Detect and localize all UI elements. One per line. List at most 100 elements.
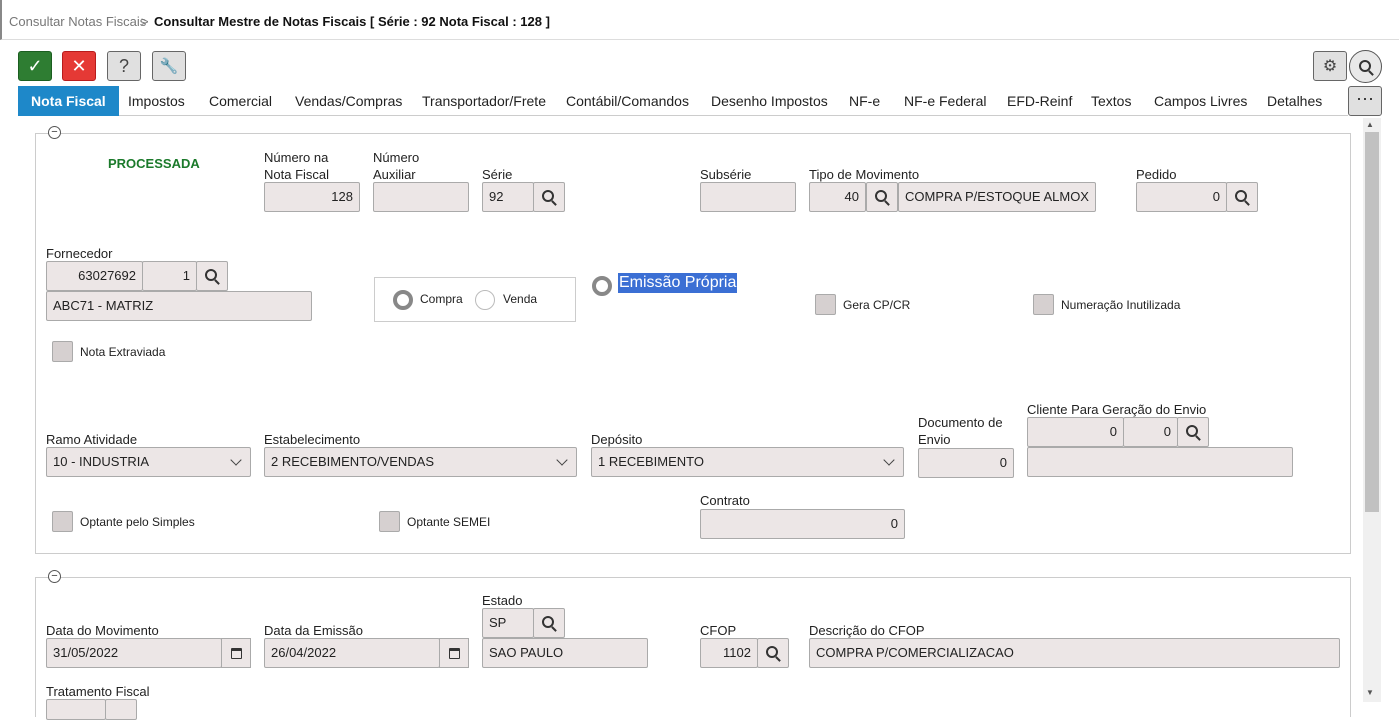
cliente-code-field[interactable]: 0 bbox=[1027, 417, 1124, 447]
compra-label: Compra bbox=[420, 292, 463, 306]
descricao-cfop-field[interactable]: COMPRA P/COMERCIALIZACAO bbox=[809, 638, 1340, 668]
search-icon bbox=[205, 269, 217, 281]
subserie-field[interactable] bbox=[700, 182, 796, 212]
calendar-button[interactable] bbox=[439, 638, 469, 668]
calendar-button[interactable] bbox=[221, 638, 251, 668]
serie-field[interactable]: 92 bbox=[482, 182, 534, 212]
tab-vendas-compras[interactable]: Vendas/Compras bbox=[289, 86, 408, 116]
serie-search-button[interactable] bbox=[533, 182, 565, 212]
tab-contabil-comandos[interactable]: Contábil/Comandos bbox=[560, 86, 695, 116]
breadcrumb-parent[interactable]: Consultar Notas Fiscais bbox=[9, 14, 146, 29]
fornecedor-code-field[interactable]: 63027692 bbox=[46, 261, 143, 291]
pedido-field[interactable]: 0 bbox=[1136, 182, 1227, 212]
nota-extraviada-checkbox[interactable] bbox=[52, 341, 73, 362]
tab-campos-livres[interactable]: Campos Livres bbox=[1148, 86, 1253, 116]
collapse-icon[interactable]: − bbox=[48, 126, 61, 139]
gera-cp-label: Gera CP/CR bbox=[843, 298, 911, 312]
search-icon bbox=[1358, 59, 1371, 72]
estabelecimento-select[interactable]: 2 RECEBIMENTO/VENDAS bbox=[264, 447, 577, 477]
search-icon bbox=[766, 646, 778, 658]
tipo-movimento-desc-field[interactable]: COMPRA P/ESTOQUE ALMOX bbox=[898, 182, 1096, 212]
documento-envio-label-2: Envio bbox=[918, 432, 951, 447]
breadcrumb: Consultar Notas Fiscais > Consultar Mest… bbox=[0, 0, 1399, 40]
fornecedor-nome-field[interactable]: ABC71 - MATRIZ bbox=[46, 291, 312, 321]
status-badge: PROCESSADA bbox=[108, 156, 200, 171]
estado-search-button[interactable] bbox=[533, 608, 565, 638]
optante-simples-checkbox[interactable] bbox=[52, 511, 73, 532]
tratamento-fiscal-search-button[interactable] bbox=[105, 699, 137, 720]
serie-label: Série bbox=[482, 167, 513, 182]
breadcrumb-separator: > bbox=[141, 14, 149, 29]
tab-impostos[interactable]: Impostos bbox=[122, 86, 191, 116]
descricao-cfop-label: Descrição do CFOP bbox=[809, 623, 925, 638]
cliente-nome-field[interactable] bbox=[1027, 447, 1293, 477]
fornecedor-label: Fornecedor bbox=[46, 246, 113, 261]
venda-radio[interactable] bbox=[475, 290, 495, 310]
tab-detalhes[interactable]: Detalhes bbox=[1261, 86, 1328, 116]
cliente-filial-field[interactable]: 0 bbox=[1123, 417, 1178, 447]
ramo-select[interactable]: 10 - INDUSTRIA bbox=[46, 447, 251, 477]
estado-nome-field[interactable]: SAO PAULO bbox=[482, 638, 648, 668]
data-emissao-field[interactable]: 26/04/2022 bbox=[264, 638, 440, 668]
cfop-field[interactable]: 1102 bbox=[700, 638, 758, 668]
nota-extraviada-label: Nota Extraviada bbox=[80, 345, 166, 359]
tab-nota-fiscal[interactable]: Nota Fiscal bbox=[18, 86, 119, 116]
collapse-icon[interactable]: − bbox=[48, 570, 61, 583]
deposito-value: 1 RECEBIMENTO bbox=[598, 454, 704, 469]
cancel-button[interactable]: ✕ bbox=[62, 51, 96, 81]
tools-button[interactable]: 🔧 bbox=[152, 51, 186, 81]
chevron-down-icon bbox=[230, 454, 242, 466]
search-icon bbox=[1235, 190, 1247, 202]
tab-bar: Nota Fiscal Impostos Comercial Vendas/Co… bbox=[18, 86, 1348, 116]
emissao-propria-radio[interactable] bbox=[592, 276, 612, 296]
data-movimento-field[interactable]: 31/05/2022 bbox=[46, 638, 222, 668]
estado-field[interactable]: SP bbox=[482, 608, 534, 638]
cfop-search-button[interactable] bbox=[757, 638, 789, 668]
settings-button[interactable]: ⚙ bbox=[1313, 51, 1347, 81]
contrato-field[interactable]: 0 bbox=[700, 509, 905, 539]
calendar-icon bbox=[448, 647, 460, 659]
scroll-up-icon[interactable]: ▲ bbox=[1366, 120, 1374, 129]
auxiliar-field[interactable] bbox=[373, 182, 469, 212]
cfop-label: CFOP bbox=[700, 623, 737, 638]
numeracao-inutilizada-checkbox[interactable] bbox=[1033, 294, 1054, 315]
tipo-movimento-search-button[interactable] bbox=[866, 182, 898, 212]
optante-semei-label: Optante SEMEI bbox=[407, 515, 491, 529]
close-icon: ✕ bbox=[71, 55, 87, 76]
help-icon: ? bbox=[118, 55, 129, 76]
tab-transportador-frete[interactable]: Transportador/Frete bbox=[416, 86, 552, 116]
venda-label: Venda bbox=[503, 292, 538, 306]
pedido-search-button[interactable] bbox=[1226, 182, 1258, 212]
more-tabs-button[interactable]: ··· bbox=[1348, 86, 1382, 116]
numero-field[interactable]: 128 bbox=[264, 182, 360, 212]
optante-semei-checkbox[interactable] bbox=[379, 511, 400, 532]
documento-envio-field[interactable]: 0 bbox=[918, 448, 1014, 478]
help-button[interactable]: ? bbox=[107, 51, 141, 81]
scrollbar-thumb[interactable] bbox=[1365, 132, 1379, 512]
gera-cp-checkbox[interactable] bbox=[815, 294, 836, 315]
cliente-search-button[interactable] bbox=[1177, 417, 1209, 447]
documento-envio-label: Documento de bbox=[918, 415, 1003, 430]
tratamento-fiscal-field[interactable] bbox=[46, 699, 106, 720]
tab-nfe-federal[interactable]: NF-e Federal bbox=[898, 86, 992, 116]
tab-comercial[interactable]: Comercial bbox=[203, 86, 278, 116]
tab-textos[interactable]: Textos bbox=[1085, 86, 1137, 116]
fornecedor-search-button[interactable] bbox=[196, 261, 228, 291]
search-button[interactable] bbox=[1349, 50, 1382, 83]
deposito-select[interactable]: 1 RECEBIMENTO bbox=[591, 447, 904, 477]
numero-label-2: Nota Fiscal bbox=[264, 167, 330, 182]
scroll-down-icon[interactable]: ▼ bbox=[1366, 688, 1374, 697]
tab-desenho-impostos[interactable]: Desenho Impostos bbox=[705, 86, 834, 116]
emissao-propria-label: Emissão Própria bbox=[618, 273, 738, 293]
tab-nfe[interactable]: NF-e bbox=[843, 86, 886, 116]
fornecedor-filial-field[interactable]: 1 bbox=[142, 261, 197, 291]
confirm-button[interactable]: ✓ bbox=[18, 51, 52, 81]
tipo-movimento-code-field[interactable]: 40 bbox=[809, 182, 866, 212]
gear-icon: ⚙ bbox=[1322, 58, 1338, 75]
tab-efd-reinf[interactable]: EFD-Reinf bbox=[1001, 86, 1078, 116]
subserie-label: Subsérie bbox=[700, 167, 752, 182]
contrato-label: Contrato bbox=[700, 493, 750, 508]
ramo-label: Ramo Atividade bbox=[46, 432, 138, 447]
compra-radio[interactable] bbox=[393, 290, 413, 310]
data-movimento-label: Data do Movimento bbox=[46, 623, 159, 638]
